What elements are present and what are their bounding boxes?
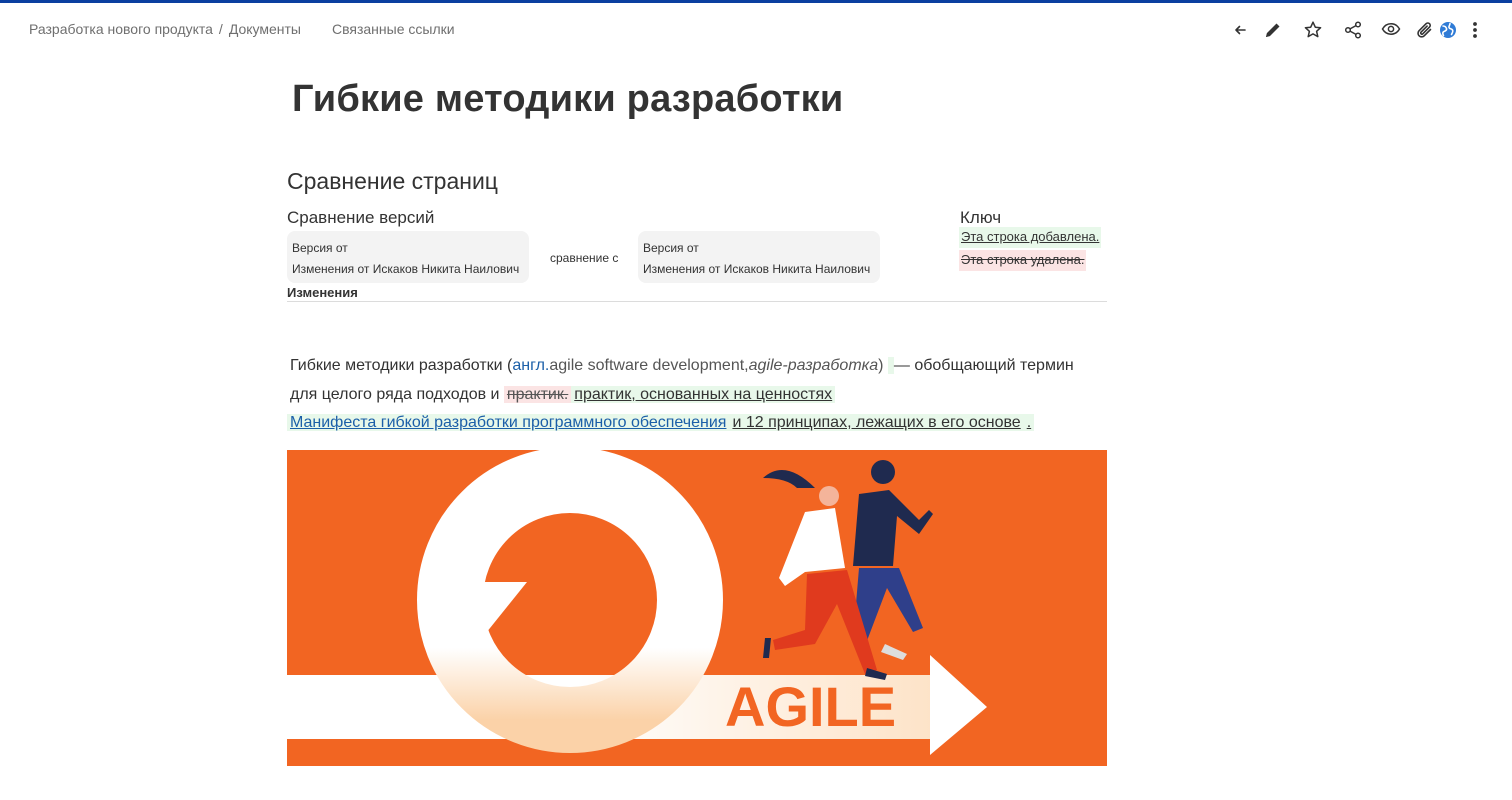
share-button[interactable]	[1341, 18, 1365, 42]
paperclip-icon	[1415, 20, 1435, 40]
share-icon	[1343, 20, 1363, 40]
language-button[interactable]	[1437, 18, 1459, 42]
related-links-link[interactable]: Связанные ссылки	[332, 21, 455, 37]
compare-with-label: сравнение с	[550, 251, 619, 265]
right-version-box[interactable]: Версия от Изменения от Искаков Никита На…	[638, 231, 880, 283]
attachments-button[interactable]	[1413, 18, 1437, 42]
back-button[interactable]	[1228, 18, 1252, 42]
page-title: Гибкие методики разработки	[292, 78, 844, 120]
breadcrumb: Разработка нового продукта / Документы	[29, 21, 301, 37]
diff-line-3: Манифеста гибкой разработки программного…	[287, 409, 1107, 438]
pencil-icon	[1263, 20, 1283, 40]
top-bar: Разработка нового продукта / Документы С…	[0, 3, 1512, 55]
back-arrow-icon	[1233, 23, 1247, 37]
breadcrumb-separator: /	[218, 21, 223, 37]
diff-deleted-text: практик.	[503, 385, 572, 403]
english-link[interactable]: англ.	[512, 357, 549, 374]
diff-line-1: Гибкие методики разработки (англ.agile s…	[287, 352, 1107, 381]
eye-icon	[1381, 20, 1401, 40]
diff-content: Гибкие методики разработки (англ.agile s…	[287, 352, 1107, 438]
diff-italic-text: agile-разработка	[748, 357, 879, 374]
right-version-date: Версия от	[643, 241, 699, 255]
key-added-sample: Эта строка добавлена.	[959, 227, 1102, 248]
diff-text: )	[878, 357, 888, 374]
changes-divider	[287, 301, 1107, 302]
changes-label: Изменения	[287, 285, 358, 300]
diff-line-2: для целого ряда подходов и практик. практ…	[287, 381, 1107, 410]
diff-inserted-text: и 12 принципах, лежащих в его основе	[729, 414, 1024, 431]
page-toolbar	[1228, 18, 1485, 42]
globe-icon	[1439, 21, 1457, 39]
key-removed-sample: Эта строка удалена.	[959, 250, 1087, 271]
agile-word: AGILE	[725, 675, 896, 738]
agile-illustration-svg: AGILE	[287, 450, 987, 755]
more-options-button[interactable]	[1465, 18, 1485, 42]
compare-section-title: Сравнение страниц	[287, 168, 498, 194]
star-icon	[1303, 20, 1323, 40]
diff-inserted-dot: .	[1023, 414, 1035, 431]
breadcrumb-documents[interactable]: Документы	[229, 21, 301, 37]
watch-button[interactable]	[1379, 18, 1403, 42]
right-version-author: Изменения от Искаков Никита Наилович	[643, 262, 871, 276]
breadcrumb-project[interactable]: Разработка нового продукта	[29, 21, 213, 37]
diff-inserted-text: практик, основанных на ценностях	[571, 385, 836, 403]
left-version-box[interactable]: Версия от Изменения от Искаков Никита На…	[287, 231, 529, 283]
agile-illustration: AGILE	[287, 450, 1107, 766]
diff-text: — обобщающий термин	[893, 357, 1074, 374]
diff-text: agile software development,	[549, 357, 749, 374]
more-vertical-icon	[1472, 21, 1478, 39]
left-version-author: Изменения от Искаков Никита Наилович	[292, 262, 520, 276]
left-version-date: Версия от	[292, 241, 348, 255]
versions-label: Сравнение версий	[287, 208, 435, 227]
key-label: Ключ	[960, 208, 1002, 227]
edit-button[interactable]	[1261, 18, 1285, 42]
favorite-button[interactable]	[1301, 18, 1325, 42]
manifesto-link[interactable]: Манифеста гибкой разработки программного…	[287, 414, 730, 431]
diff-text: Гибкие методики разработки (	[290, 357, 513, 374]
diff-text: для целого ряда подходов и	[290, 385, 504, 403]
